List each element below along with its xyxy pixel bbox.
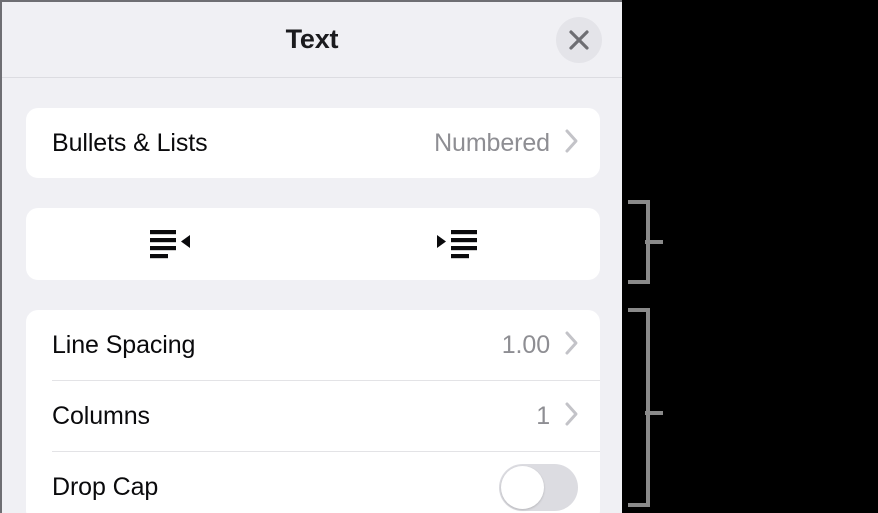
popover-header: Text	[2, 2, 622, 78]
paragraph-callout-tick	[645, 411, 663, 415]
row-label-columns: Columns	[52, 401, 150, 430]
row-value-columns: 1	[536, 401, 550, 430]
decrease-indent-button[interactable]	[26, 208, 313, 280]
toggle-knob	[501, 465, 544, 509]
paragraph-settings-card: Line Spacing 1.00 Columns 1 Drop Cap	[26, 310, 600, 513]
increase-indent-button[interactable]	[313, 208, 600, 280]
screen-root: Text Bullets & Lists Numbered Line Spaci…	[0, 0, 878, 513]
decrease-indent-icon	[148, 227, 192, 261]
close-button[interactable]	[556, 17, 602, 63]
row-label-drop-cap: Drop Cap	[52, 472, 159, 501]
row-value-line-spacing: 1.00	[501, 330, 550, 359]
row-label-bullets-and-lists: Bullets & Lists	[52, 128, 208, 157]
text-format-popover: Text Bullets & Lists Numbered Line Spaci…	[0, 0, 622, 513]
row-columns[interactable]: Columns 1	[26, 381, 600, 451]
row-value-bullets-and-lists: Numbered	[434, 128, 550, 157]
bullets-lists-card: Bullets & Lists Numbered	[26, 108, 600, 178]
row-drop-cap[interactable]: Drop Cap	[26, 452, 600, 513]
drop-cap-toggle[interactable]	[499, 463, 578, 511]
chevron-right-icon	[564, 400, 580, 433]
close-x-icon	[568, 29, 590, 51]
paragraph-callout-bracket	[628, 308, 650, 507]
chevron-right-icon	[564, 127, 580, 160]
row-bullets-and-lists[interactable]: Bullets & Lists Numbered	[26, 108, 600, 178]
increase-indent-icon	[435, 227, 479, 261]
indent-callout-tick	[645, 240, 663, 244]
chevron-right-icon	[564, 329, 580, 362]
indent-buttons-card	[26, 208, 600, 280]
indent-row	[26, 208, 600, 280]
page-title: Text	[285, 24, 339, 54]
row-line-spacing[interactable]: Line Spacing 1.00	[26, 310, 600, 380]
row-label-line-spacing: Line Spacing	[52, 330, 196, 359]
